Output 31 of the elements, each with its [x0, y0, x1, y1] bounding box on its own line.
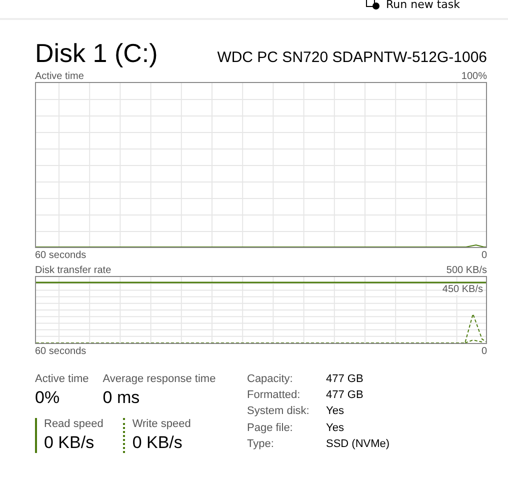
property-value: 477 GB	[326, 373, 364, 387]
run-new-task-button[interactable]: Run new task	[366, 0, 460, 13]
graph-min: 0	[481, 250, 487, 261]
property-value: 477 GB	[326, 389, 364, 404]
scale-label: 450 KB/s	[442, 284, 483, 295]
stat-value: 0 KB/s	[44, 433, 96, 453]
disk-title: Disk 1 (C:)	[35, 38, 158, 69]
property-label: Formatted:	[247, 389, 302, 404]
stat-label: Write speed	[132, 418, 191, 430]
stat-label: Average response time	[102, 373, 216, 385]
property-value: Yes	[326, 422, 345, 436]
graph-label: Disk transfer rate	[35, 265, 112, 276]
property-value: SSD (NVMe)	[326, 438, 390, 452]
time-span-label: 60 seconds	[35, 250, 86, 261]
stat-value: 0 KB/s	[132, 433, 184, 453]
graph-min: 0	[481, 346, 487, 357]
graph-label: Active time	[35, 71, 84, 82]
stat-value: 0%	[35, 388, 61, 408]
property-label: Page file:	[247, 422, 294, 436]
graph-max: 500 KB/s	[446, 265, 487, 276]
property-label: Type:	[247, 438, 275, 452]
property-label: Capacity:	[247, 373, 294, 387]
stat-value: 0 ms	[102, 388, 141, 408]
add-task-icon	[366, 0, 380, 10]
time-span-label: 60 seconds	[35, 346, 86, 357]
property-label: System disk:	[247, 405, 310, 420]
stat-label: Active time	[35, 373, 89, 385]
graph-max: 100%	[461, 71, 487, 82]
property-value: Yes	[326, 405, 345, 420]
stat-label: Read speed	[44, 418, 104, 430]
disk-model: WDC PC SN720 SDAPNTW-512G-1006	[217, 49, 487, 66]
